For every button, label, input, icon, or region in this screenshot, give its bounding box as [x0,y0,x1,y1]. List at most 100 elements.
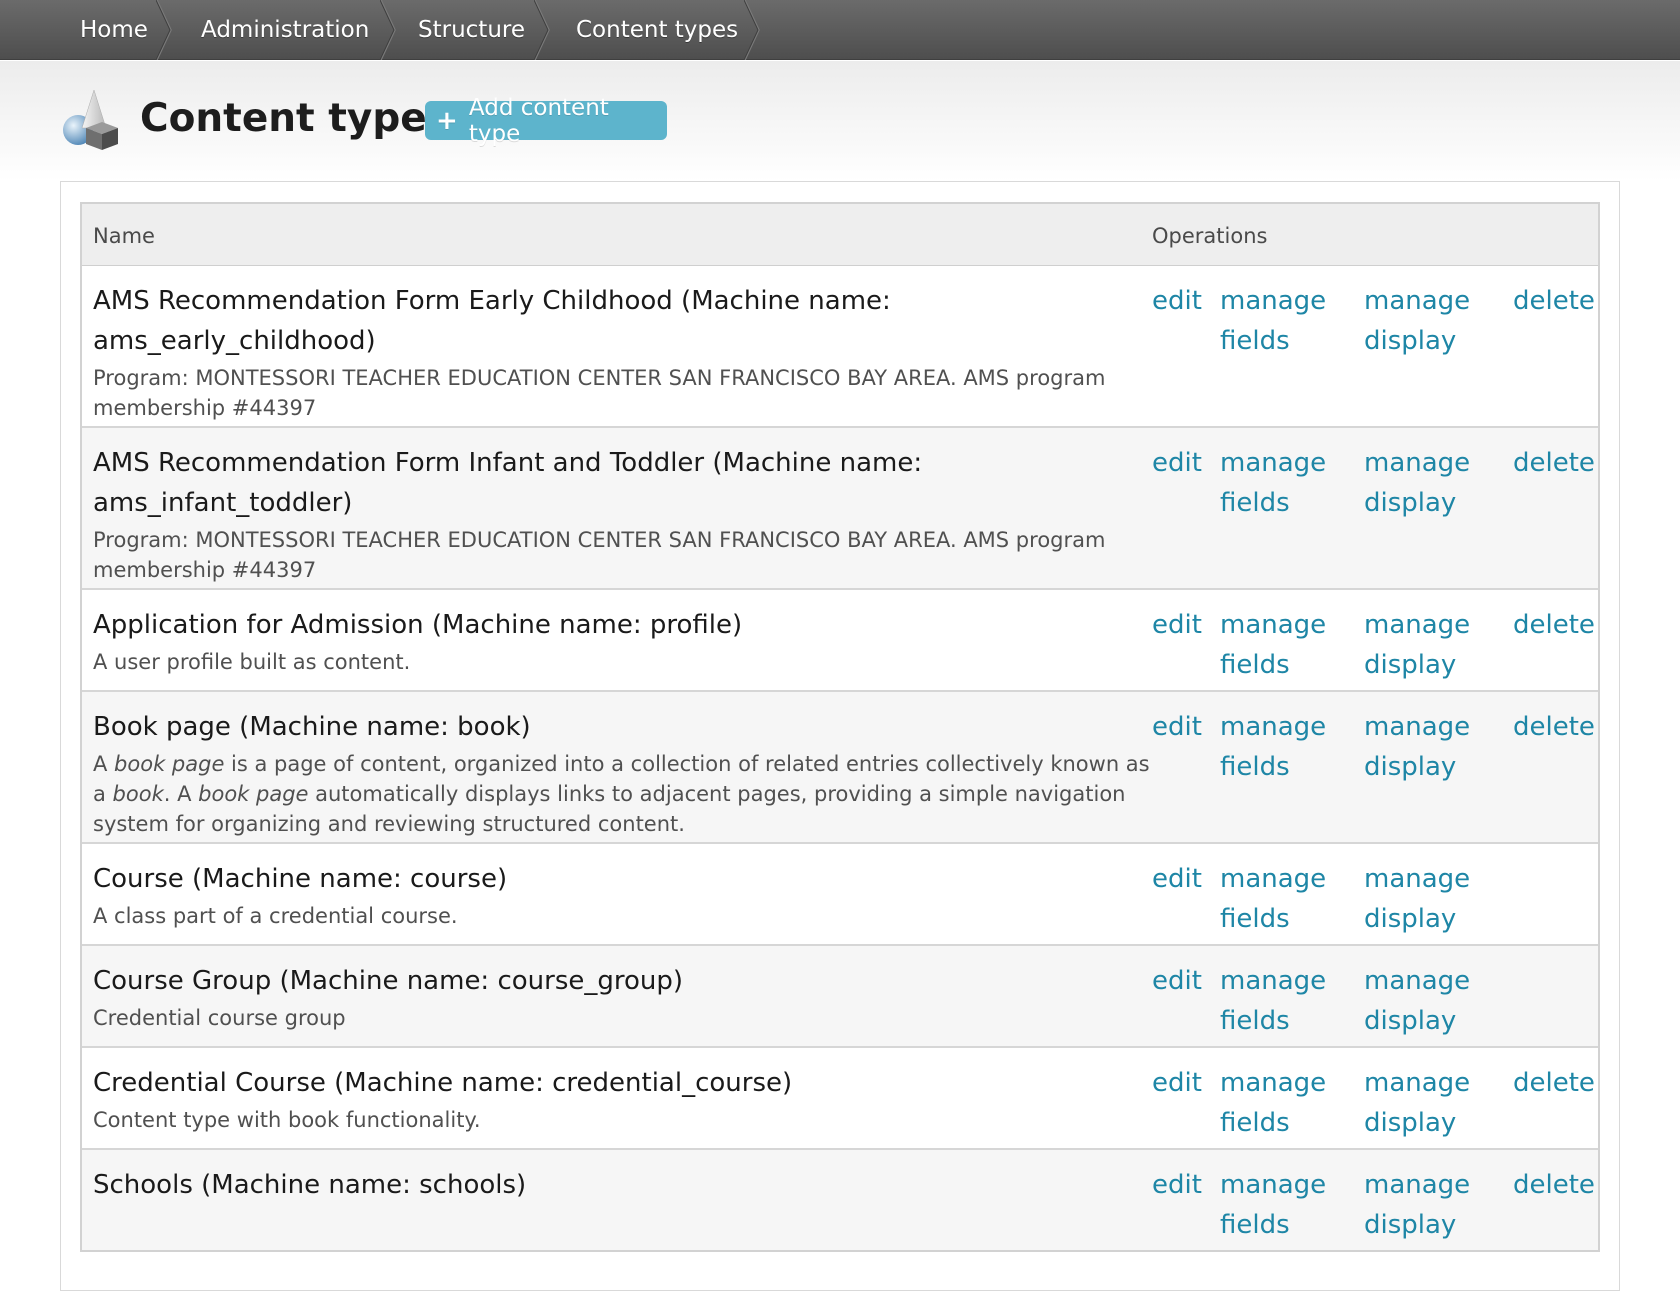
manage-fields-label-line1: manage [1220,610,1327,640]
manage-fields-link[interactable]: manage fields [1220,961,1330,1041]
manage-display-link[interactable]: manage display [1364,281,1474,361]
manage-fields-label-line2: fields [1220,752,1290,782]
table-row: Application for Admission (Machine name:… [82,590,1598,692]
manage-display-label-line1: manage [1364,966,1471,996]
plus-icon: + [436,105,458,136]
description-fragment: . A [163,782,199,806]
manage-fields-link[interactable]: manage fields [1220,859,1330,939]
content-type-description: A user profile built as content. [93,650,411,674]
edit-link[interactable]: edit [1152,605,1202,645]
manage-fields-label-line2: fields [1220,1210,1290,1240]
manage-display-label-line2: display [1364,1210,1457,1240]
description-fragment: book page [114,752,225,776]
manage-display-label-line1: manage [1364,864,1471,894]
content-type-name: Book page (Machine name: book) [93,712,531,742]
breadcrumb-separator-icon [744,0,760,60]
manage-display-link[interactable]: manage display [1364,961,1474,1041]
breadcrumb-administration[interactable]: Administration [201,0,369,60]
manage-display-label-line2: display [1364,1108,1457,1138]
manage-fields-label-line1: manage [1220,712,1327,742]
manage-fields-link[interactable]: manage fields [1220,443,1330,523]
edit-link[interactable]: edit [1152,961,1202,1001]
delete-link[interactable]: delete [1513,443,1595,483]
breadcrumb-separator-icon [156,0,172,60]
breadcrumb: Home Administration Structure Content ty… [0,0,1680,60]
content-type-description: Program: MONTESSORI TEACHER EDUCATION CE… [93,528,1106,582]
breadcrumb-home[interactable]: Home [80,0,148,60]
manage-fields-link[interactable]: manage fields [1220,281,1330,361]
manage-fields-label-line2: fields [1220,650,1290,680]
table-row: Credential Course (Machine name: credent… [82,1048,1598,1150]
manage-fields-link[interactable]: manage fields [1220,707,1330,787]
add-content-type-button[interactable]: + Add content type [425,95,667,147]
table-row: AMS Recommendation Form Infant and Toddl… [82,428,1598,590]
manage-display-link[interactable]: manage display [1364,605,1474,685]
edit-link[interactable]: edit [1152,859,1202,899]
manage-fields-label-line2: fields [1220,488,1290,518]
delete-link[interactable]: delete [1513,707,1595,747]
manage-fields-label-line1: manage [1220,286,1327,316]
manage-display-link[interactable]: manage display [1364,1063,1474,1143]
table-row: AMS Recommendation Form Early Childhood … [82,266,1598,428]
content-type-name: Credential Course (Machine name: credent… [93,1068,793,1098]
manage-fields-link[interactable]: manage fields [1220,605,1330,685]
manage-display-label-line2: display [1364,752,1457,782]
edit-link[interactable]: edit [1152,1165,1202,1205]
delete-link[interactable]: delete [1513,1063,1595,1103]
table-row: Book page (Machine name: book) A book pag… [82,692,1598,844]
manage-display-label-line1: manage [1364,286,1471,316]
content-type-name: Course (Machine name: course) [93,864,508,894]
delete-link[interactable]: delete [1513,605,1595,645]
breadcrumb-content-types[interactable]: Content types [576,0,738,60]
content-type-name: Application for Admission (Machine name:… [93,610,743,640]
page-title: Content types [140,96,450,141]
breadcrumb-structure[interactable]: Structure [418,0,525,60]
description-fragment: book [112,782,164,806]
edit-link[interactable]: edit [1152,707,1202,747]
content-types-table: Name Operations AMS Recommendation Form … [80,202,1600,1252]
content-type-name: AMS Recommendation Form Infant and Toddl… [93,448,923,518]
manage-fields-label-line2: fields [1220,1006,1290,1036]
manage-display-link[interactable]: manage display [1364,443,1474,523]
manage-fields-link[interactable]: manage fields [1220,1063,1330,1143]
manage-display-label-line1: manage [1364,448,1471,478]
add-content-type-label: Add content type [468,94,609,147]
manage-display-label-line1: manage [1364,712,1471,742]
content-types-icon [63,89,118,150]
manage-fields-label-line1: manage [1220,448,1327,478]
manage-fields-label-line1: manage [1220,1170,1327,1200]
edit-link[interactable]: edit [1152,443,1202,483]
content-type-description: A class part of a credential course. [93,904,458,928]
manage-fields-label-line2: fields [1220,326,1290,356]
breadcrumb-separator-icon [380,0,396,60]
delete-link[interactable]: delete [1513,1165,1595,1205]
breadcrumb-separator-icon [534,0,550,60]
edit-link[interactable]: edit [1152,1063,1202,1103]
manage-display-link[interactable]: manage display [1364,707,1474,787]
edit-link[interactable]: edit [1152,281,1202,321]
manage-display-link[interactable]: manage display [1364,1165,1474,1245]
manage-display-label-line2: display [1364,1006,1457,1036]
manage-display-label-line2: display [1364,488,1457,518]
table-row: Course Group (Machine name: course_group… [82,946,1598,1048]
table-row: Schools (Machine name: schools) edit manag… [82,1150,1598,1250]
manage-display-label-line1: manage [1364,610,1471,640]
content-type-name: Course Group (Machine name: course_group… [93,966,684,996]
manage-fields-label-line2: fields [1220,904,1290,934]
manage-display-label-line2: display [1364,904,1457,934]
description-fragment: book page [198,782,309,806]
manage-display-label-line2: display [1364,326,1457,356]
content-type-name: Schools (Machine name: schools) [93,1170,527,1200]
manage-display-link[interactable]: manage display [1364,859,1474,939]
manage-display-label-line2: display [1364,650,1457,680]
content-type-description: A book page is a page of content, organi… [93,749,1153,839]
manage-fields-label-line1: manage [1220,864,1327,894]
manage-fields-link[interactable]: manage fields [1220,1165,1330,1245]
table-header: Name Operations [82,204,1598,266]
description-fragment: A [93,752,115,776]
column-header-operations: Operations [1152,224,1268,248]
column-header-name: Name [93,224,155,248]
delete-link[interactable]: delete [1513,281,1595,321]
manage-fields-label-line1: manage [1220,966,1327,996]
content-type-description: Credential course group [93,1006,346,1030]
